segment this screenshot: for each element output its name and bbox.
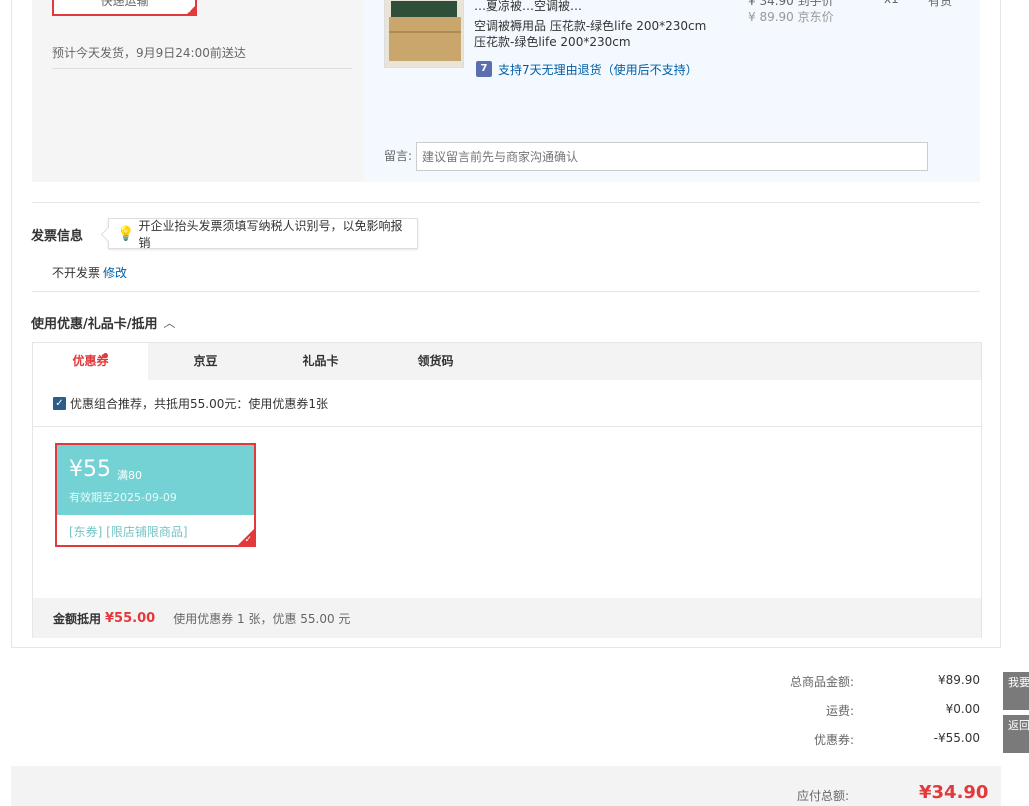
coupon-card[interactable]: ¥55 满80 有效期至2025-09-09 [东券] [限店铺限商品] ✓ bbox=[55, 443, 256, 547]
freight-row: 运费: ¥0.00 bbox=[700, 702, 980, 722]
divider bbox=[32, 291, 980, 292]
freight-value: ¥0.00 bbox=[945, 702, 980, 716]
coupon-deduction-label: 优惠券: bbox=[813, 733, 854, 747]
back-to-top-label: 返回顶部 bbox=[1008, 719, 1029, 732]
goods-total-value: ¥89.90 bbox=[938, 673, 980, 687]
coupon-tabs: 优惠券 京豆 礼品卡 领货码 bbox=[33, 343, 981, 380]
chevron-up-icon: ︿ bbox=[163, 316, 176, 330]
coupon-section-label: 使用优惠/礼品卡/抵用 bbox=[31, 317, 158, 332]
goods-total-row: 总商品金额: ¥89.90 bbox=[700, 673, 980, 693]
coupon-card-header: ¥55 满80 有效期至2025-09-09 bbox=[57, 445, 254, 515]
tab-coupons[interactable]: 优惠券 bbox=[33, 343, 148, 380]
product-jd-price: ¥ 89.90 京东价 bbox=[748, 10, 834, 24]
tab-pickup-code-label: 领货码 bbox=[417, 354, 454, 368]
check-icon: ✓ bbox=[244, 535, 252, 545]
shipping-method-button[interactable]: 快递运输 ✓ bbox=[52, 0, 197, 16]
discount-description: 使用优惠券 1 张，优惠 55.00 元 bbox=[173, 611, 351, 626]
coupon-panel: 优惠券 京豆 礼品卡 领货码 ✓ 优惠组合推荐，共抵用55.00元：使用优惠券1… bbox=[32, 342, 982, 638]
seven-day-return-icon: 7 bbox=[476, 61, 492, 77]
discount-label: 金额抵用 bbox=[53, 611, 102, 626]
product-title-line1: …夏凉被…空调被… bbox=[474, 0, 583, 13]
feedback-button[interactable]: 我要反馈 bbox=[1003, 672, 1029, 710]
coupon-section-title[interactable]: 使用优惠/礼品卡/抵用 ︿ bbox=[31, 313, 176, 332]
product-image[interactable] bbox=[384, 0, 464, 68]
shipping-method-label: 快递运输 bbox=[100, 0, 149, 8]
payable-total-bar: 应付总额: ¥34.90 bbox=[11, 766, 1001, 806]
memo-input[interactable] bbox=[416, 142, 928, 171]
invoice-modify-link[interactable]: 修改 bbox=[103, 264, 127, 281]
product-stock-status: 有货 bbox=[928, 0, 953, 8]
tab-jd-beans[interactable]: 京豆 bbox=[148, 343, 263, 380]
invoice-title: 发票信息 bbox=[31, 229, 84, 244]
combo-checkbox[interactable]: ✓ bbox=[53, 397, 66, 410]
product-image-bed bbox=[389, 17, 461, 61]
tab-gift-card[interactable]: 礼品卡 bbox=[263, 343, 378, 380]
product-image-stripe bbox=[389, 31, 461, 33]
tab-gift-card-label: 礼品卡 bbox=[302, 354, 339, 368]
invoice-status: 不开发票 bbox=[52, 266, 101, 280]
product-spec: 压花款-绿色life 200*230cm bbox=[474, 35, 631, 49]
check-icon: ✓ bbox=[187, 6, 194, 15]
memo-label: 留言: bbox=[384, 149, 413, 163]
lightbulb-icon: 💡 bbox=[117, 225, 135, 242]
tab-pickup-code[interactable]: 领货码 bbox=[378, 343, 493, 380]
coupon-deduction-value: -¥55.00 bbox=[933, 731, 980, 745]
discount-amount: ¥55.00 bbox=[105, 610, 156, 626]
payable-total-label: 应付总额: bbox=[797, 789, 850, 803]
divider bbox=[33, 426, 981, 427]
back-to-top-button[interactable]: 返回顶部 bbox=[1003, 715, 1029, 753]
new-dot-icon bbox=[103, 353, 108, 358]
payable-total-value: ¥34.90 bbox=[919, 782, 989, 803]
delivery-estimate: 预计今天发货，9月9日24:00前送达 bbox=[52, 44, 352, 69]
coupon-summary: 金额抵用 ¥55.00 使用优惠券 1 张，优惠 55.00 元 bbox=[33, 598, 981, 638]
goods-total-label: 总商品金额: bbox=[789, 675, 854, 689]
combo-text: 优惠组合推荐，共抵用55.00元：使用优惠券1张 bbox=[70, 397, 328, 411]
product-title[interactable]: …夏凉被…空调被… 空调被褥用品 压花款-绿色life 200*230cm bbox=[474, 0, 734, 36]
combo-recommend[interactable]: ✓ 优惠组合推荐，共抵用55.00元：使用优惠券1张 bbox=[53, 395, 328, 412]
product-quantity: x1 bbox=[884, 0, 899, 6]
coupon-deduction-row: 优惠券: -¥55.00 bbox=[700, 731, 980, 751]
tab-jd-beans-label: 京豆 bbox=[193, 354, 218, 368]
return-policy[interactable]: 7 支持7天无理由退货（使用后不支持） bbox=[476, 60, 698, 78]
freight-label: 运费: bbox=[825, 704, 854, 718]
coupon-condition: 满80 bbox=[117, 469, 142, 482]
coupon-amount: ¥55 bbox=[69, 457, 111, 482]
invoice-tooltip: 💡 开企业抬头发票须填写纳税人识别号，以免影响报销 bbox=[108, 218, 418, 250]
invoice-tip-text: 开企业抬头发票须填写纳税人识别号，以免影响报销 bbox=[138, 218, 403, 250]
coupon-expiry: 有效期至2025-09-09 bbox=[69, 491, 177, 504]
coupon-tags: [东券] [限店铺限商品] bbox=[69, 525, 188, 539]
divider bbox=[32, 202, 980, 203]
return-policy-text: 支持7天无理由退货（使用后不支持） bbox=[498, 62, 698, 77]
feedback-label: 我要反馈 bbox=[1008, 676, 1029, 689]
